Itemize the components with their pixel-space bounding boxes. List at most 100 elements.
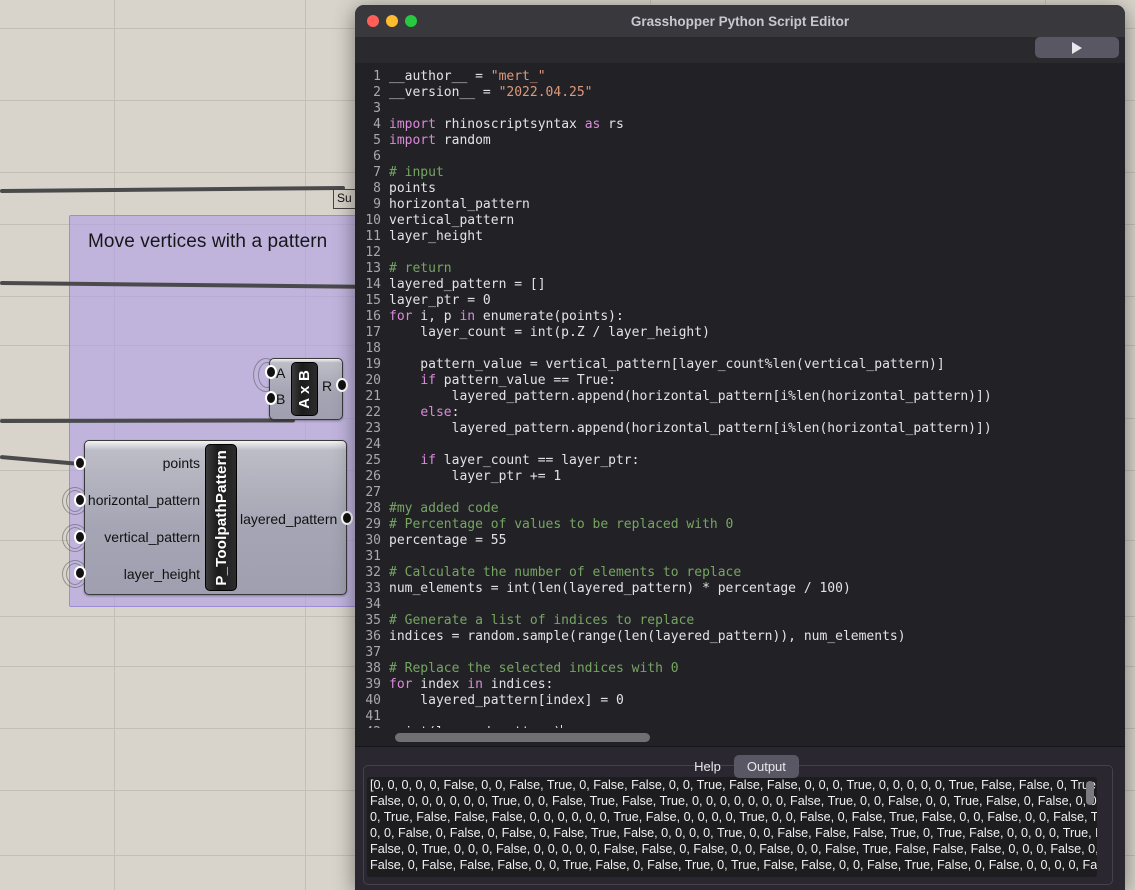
code-line[interactable]: 11 layer_height [355,229,1125,245]
code-line[interactable]: 22 else: [355,405,1125,421]
code-token: rs [600,117,623,132]
line-number: 39 [355,677,381,693]
code-line[interactable]: 40 layered_pattern[index] = 0 [355,693,1125,709]
code-line[interactable]: 12 [355,245,1125,261]
code-line[interactable]: 38 # Replace the selected indices with 0 [355,661,1125,677]
input-label-layer-height: layer_height [85,566,200,582]
cross-component-capsule[interactable]: A x B [291,362,318,416]
line-number: 15 [355,293,381,309]
code-token: "2022.04.25" [499,85,593,100]
code-line[interactable]: 6 [355,149,1125,165]
code-token: layer_height [389,229,483,244]
code-line[interactable]: 24 [355,437,1125,453]
input-nub-points[interactable] [74,456,86,470]
code-line[interactable]: 8points [355,181,1125,197]
zoom-button[interactable] [405,15,417,27]
line-number: 1 [355,69,381,85]
code-line[interactable]: 30percentage = 55 [355,533,1125,549]
code-line[interactable]: 18 [355,341,1125,357]
close-button[interactable] [367,15,379,27]
code-token: index [412,677,467,692]
code-line[interactable]: 5import random [355,133,1125,149]
code-line[interactable]: 31 [355,549,1125,565]
code-line[interactable]: 20 if pattern_value == True: [355,373,1125,389]
output-lines: [0, 0, 0, 0, 0, False, 0, 0, False, True… [367,777,1097,873]
output-scrollbar-thumb[interactable] [1086,781,1094,805]
code-line[interactable]: 29# Percentage of values to be replaced … [355,517,1125,533]
line-number: 18 [355,341,381,357]
code-line[interactable]: 17 layer_count = int(p.Z / layer_height) [355,325,1125,341]
code-line[interactable]: 32# Calculate the number of elements to … [355,565,1125,581]
horizontal-scrollbar-track[interactable] [355,728,1125,746]
code-token: else [420,405,451,420]
code-line[interactable]: 3 [355,101,1125,117]
code-line[interactable]: 28#my added code [355,501,1125,517]
code-line[interactable]: 4import rhinoscriptsyntax as rs [355,117,1125,133]
code-token: points [389,181,436,196]
code-line[interactable]: 16for i, p in enumerate(points): [355,309,1125,325]
code-line[interactable]: 33num_elements = int(len(layered_pattern… [355,581,1125,597]
code-line[interactable]: 9 horizontal_pattern [355,197,1125,213]
line-number: 28 [355,501,381,517]
code-token: layer_ptr = 0 [389,293,491,308]
code-line[interactable]: 27 [355,485,1125,501]
code-line[interactable]: 39for index in indices: [355,677,1125,693]
line-number: 9 [355,197,381,213]
code-line[interactable]: 19 pattern_value = vertical_pattern[laye… [355,357,1125,373]
line-number: 31 [355,549,381,565]
code-line[interactable]: 14layered_pattern = [] [355,277,1125,293]
code-token: for [389,309,412,324]
line-number: 5 [355,133,381,149]
code-token: for [389,677,412,692]
code-line[interactable]: 36indices = random.sample(range(len(laye… [355,629,1125,645]
line-number: 38 [355,661,381,677]
minimize-button[interactable] [386,15,398,27]
tab-output[interactable]: Output [734,755,799,778]
output-line: False, 0, True, 0, 0, 0, False, 0, 0, 0,… [367,841,1097,857]
code-line[interactable]: 25 if layer_count == layer_ptr: [355,453,1125,469]
play-icon [1072,42,1082,54]
group-label: Move vertices with a pattern [88,231,327,253]
output-console[interactable]: [0, 0, 0, 0, 0, False, 0, 0, False, True… [367,777,1097,877]
code-line[interactable]: 13# return [355,261,1125,277]
code-line[interactable]: 21 layered_pattern.append(horizontal_pat… [355,389,1125,405]
toolpath-capsule-label: P_ToolpathPattern [213,450,230,586]
window-titlebar[interactable]: Grasshopper Python Script Editor [355,5,1125,37]
output-nub-r[interactable] [336,378,348,392]
input-label-horizontal-pattern: horizontal_pattern [85,492,200,508]
code-line[interactable]: 26 layer_ptr += 1 [355,469,1125,485]
output-line: False, 0, 0, 0, 0, 0, 0, True, 0, 0, Fal… [367,793,1097,809]
line-number: 11 [355,229,381,245]
code-token [389,373,420,388]
python-script-editor-window[interactable]: Grasshopper Python Script Editor 1__auth… [355,5,1125,890]
line-number: 6 [355,149,381,165]
code-line[interactable]: 35# Generate a list of indices to replac… [355,613,1125,629]
code-line[interactable]: 23 layered_pattern.append(horizontal_pat… [355,421,1125,437]
cross-output-label-r: R [322,378,336,394]
toolpath-component-capsule[interactable]: P_ToolpathPattern [205,444,237,591]
horizontal-scrollbar-thumb[interactable] [395,733,650,742]
run-script-button[interactable] [1035,37,1119,58]
tab-help[interactable]: Help [681,755,734,778]
code-line[interactable]: 1__author__ = "mert_" [355,69,1125,85]
input-label-vertical-pattern: vertical_pattern [85,529,200,545]
code-token: layer_count == layer_ptr: [436,453,640,468]
code-token: # Replace the selected indices with 0 [389,661,679,676]
line-number: 4 [355,117,381,133]
code-line[interactable]: 10vertical_pattern [355,213,1125,229]
code-line[interactable]: 34 [355,597,1125,613]
code-line[interactable]: 37 [355,645,1125,661]
code-token: pattern_value = vertical_pattern[layer_c… [389,357,945,372]
code-token: enumerate(points): [475,309,624,324]
code-line[interactable]: 7# input [355,165,1125,181]
bottom-tabs[interactable]: Help Output [355,755,1125,778]
code-token: percentage = 55 [389,533,506,548]
code-token: horizontal_pattern [389,197,530,212]
line-number: 41 [355,709,381,725]
code-editor[interactable]: 1__author__ = "mert_"2__version__ = "202… [355,63,1125,746]
line-number: 25 [355,453,381,469]
code-lines[interactable]: 1__author__ = "mert_"2__version__ = "202… [355,63,1125,741]
code-line[interactable]: 15 layer_ptr = 0 [355,293,1125,309]
code-line[interactable]: 41 [355,709,1125,725]
code-line[interactable]: 2__version__ = "2022.04.25" [355,85,1125,101]
